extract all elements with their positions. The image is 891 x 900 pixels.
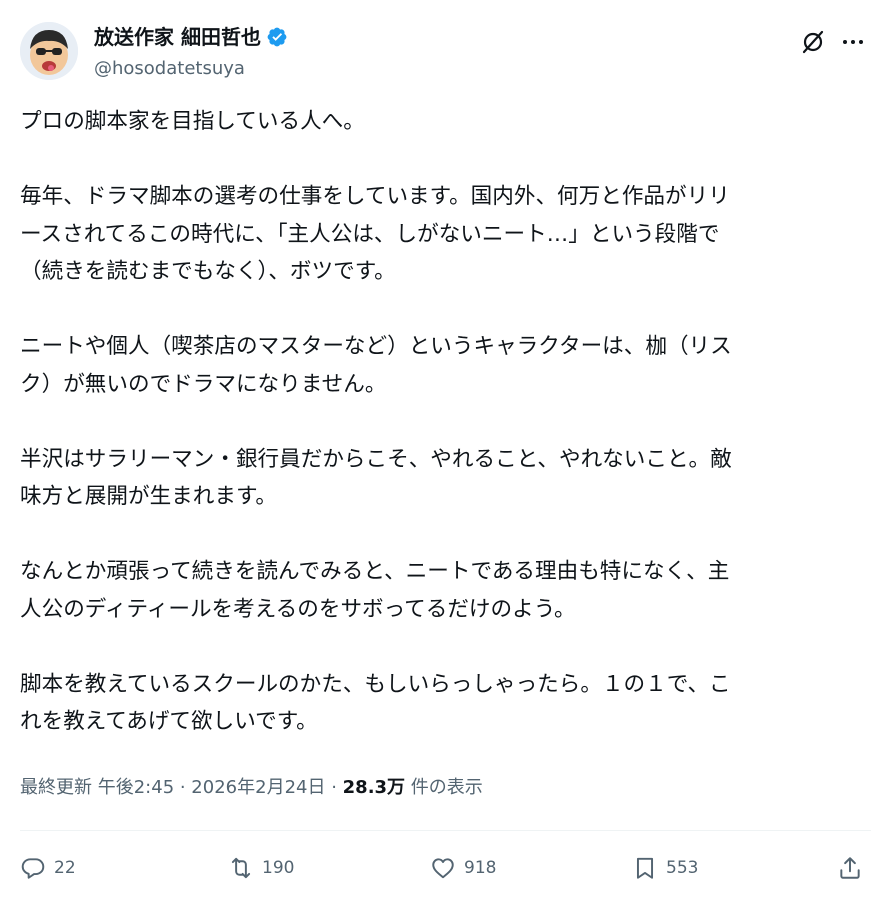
- tweet-line: 味方と展開が生まれます。: [20, 484, 277, 509]
- avatar-illustration: [20, 22, 78, 80]
- timestamp[interactable]: 最終更新 午後2:45 · 2026年2月24日 ·: [20, 777, 343, 798]
- tweet-line: 人公のディティールを考えるのをサボってるだけのよう。: [20, 596, 576, 622]
- like-icon: [432, 858, 454, 879]
- tweet-line: 毎年、ドラマ脚本の選考の仕事をしています。国内外、何万と作品がリリ: [20, 184, 730, 209]
- share-icon: [840, 857, 860, 879]
- divider: [20, 830, 871, 831]
- tweet-line: ク）が無いのでドラマになりません。: [20, 371, 387, 397]
- tweet-line: 脚本を教えているスクールのかた、もしいらっしゃったら。１の１で、こ: [20, 671, 731, 697]
- tweet-line: れを教えてあげて欲しいです。: [20, 709, 318, 734]
- tweet-line: なんとか頑張って続きを読んでみると、ニートである理由も特になく、主: [20, 559, 730, 584]
- tweet-line: プロの脚本家を目指している人へ。: [20, 109, 365, 134]
- avatar[interactable]: [20, 22, 78, 80]
- tweet-line: ニートや個人（喫茶店のマスターなど）というキャラクターは、枷（リス: [20, 334, 732, 359]
- tweet-meta: 最終更新 午後2:45 · 2026年2月24日 · 28.3万 件の表示: [20, 774, 483, 802]
- bookmark-icon: [636, 857, 654, 879]
- tweet-text: プロの脚本家を目指している人へ。 毎年、ドラマ脚本の選考の仕事をしています。国内…: [20, 103, 871, 741]
- verified-badge-icon[interactable]: [266, 26, 288, 48]
- reply-button[interactable]: 22: [20, 846, 76, 890]
- like-count: 918: [464, 858, 497, 878]
- repost-icon: [231, 857, 251, 879]
- like-button[interactable]: 918: [430, 846, 496, 890]
- view-count[interactable]: 28.3万: [343, 777, 405, 798]
- view-count-label: 件の表示: [405, 777, 483, 798]
- bookmark-count: 553: [666, 858, 699, 878]
- reply-count: 22: [54, 858, 76, 878]
- bookmark-button[interactable]: 553: [632, 846, 698, 890]
- name-row: 放送作家 細田哲也: [94, 22, 288, 52]
- top-actions: [795, 24, 871, 60]
- display-name[interactable]: 放送作家 細田哲也: [94, 22, 261, 52]
- tweet-header: 放送作家 細田哲也 @hosodatetsuya: [20, 16, 871, 88]
- tweet-line: （続きを読むまでもなく）、ボツです。: [20, 259, 396, 284]
- repost-button[interactable]: 190: [228, 846, 294, 890]
- action-bar: 22 190 918 553: [20, 846, 871, 890]
- grok-icon[interactable]: [795, 24, 831, 60]
- reply-icon: [21, 858, 45, 879]
- tweet-line: ースされてるこの時代に、「主人公は、しがないニート…」という段階で: [20, 221, 720, 247]
- share-button[interactable]: [837, 846, 863, 890]
- more-icon[interactable]: [835, 24, 871, 60]
- repost-count: 190: [262, 858, 295, 878]
- user-handle[interactable]: @hosodatetsuya: [94, 56, 245, 82]
- tweet-line: 半沢はサラリーマン・銀行員だからこそ、やれること、やれないこと。敵: [20, 446, 732, 472]
